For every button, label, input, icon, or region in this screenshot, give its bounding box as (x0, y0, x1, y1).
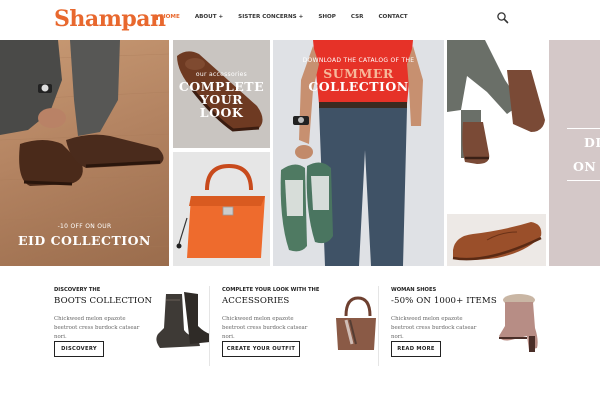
divider-line (567, 180, 600, 181)
accessories-line3: LOOK (199, 105, 244, 120)
promo-divider (209, 286, 210, 366)
nav-item-home[interactable]: HOME (153, 14, 180, 20)
promo-subtitle: COMPLETE YOUR LOOK WITH THE (222, 287, 320, 293)
hero-panel-eid[interactable]: -10 OFF ON OUR EID COLLECTION (0, 40, 169, 266)
search-button[interactable] (496, 11, 510, 25)
nav-item-contact[interactable]: CONTACT (378, 14, 407, 20)
read-more-button[interactable]: READ MORE (391, 341, 441, 357)
hero-mosaic: -10 OFF ON OUR EID COLLECTION our access… (0, 40, 600, 266)
hero-panel-boots-legs[interactable] (447, 40, 546, 210)
legs-with-boots-image (447, 40, 545, 164)
promo-title[interactable]: ACCESSORIES (222, 296, 289, 306)
eid-collection-title: EID COLLECTION (18, 233, 151, 248)
home-icon (153, 14, 159, 20)
nav-item-label: ABOUT + (194, 14, 224, 20)
accessories-small-text: our accessories (195, 71, 248, 78)
nav-item-sister-concerns[interactable]: SISTER CONCERNS + (238, 14, 303, 20)
hero-panel-right-partial[interactable]: DI ON (549, 40, 600, 266)
nav-item-csr[interactable]: CSR (351, 14, 364, 20)
site-header: Shampan HOME ABOUT + SISTER CONCERNS + S… (0, 0, 600, 40)
nav-item-label: SISTER CONCERNS + (238, 14, 304, 20)
promo-description: Chickweed melon epazote beetroot cress b… (391, 316, 477, 340)
promo-description: Chickweed melon epazote beetroot cress b… (222, 316, 308, 340)
search-icon (497, 12, 509, 24)
right-panel-line2: ON (573, 159, 597, 174)
create-outfit-button[interactable]: CREATE YOUR OUTFIT (222, 341, 300, 357)
promo-description: Chickweed melon epazote beetroot cress b… (54, 316, 140, 340)
divider-line (567, 128, 600, 129)
cowboy-boots-image (156, 292, 210, 348)
promo-title[interactable]: -50% ON 1000+ ITEMS (391, 296, 497, 306)
promo-subtitle: WOMAN SHOES (391, 287, 437, 293)
hero-panel-accessories[interactable]: our accessories COMPLETE YOUR LOOK (173, 40, 270, 148)
promo-accessories: COMPLETE YOUR LOOK WITH THE ACCESSORIES … (222, 266, 397, 400)
catalog-line2: COLLECTION (308, 79, 409, 94)
nav-item-about[interactable]: ABOUT + (195, 14, 223, 20)
brown-loafer-image (452, 222, 542, 261)
discovery-button[interactable]: DISCOVERY (54, 341, 104, 357)
hero-panel-summer[interactable]: DOWNLOAD THE CATALOG OF THE SUMMER COLLE… (273, 40, 444, 266)
promo-divider (378, 286, 379, 366)
orange-handbag-image (176, 163, 265, 258)
catalog-small-text: DOWNLOAD THE CATALOG OF THE (302, 57, 415, 64)
hero-panel-handbag[interactable] (173, 152, 270, 266)
promo-boots: DISCOVERY THE BOOTS COLLECTION Chickweed… (54, 266, 229, 400)
brown-handbag-image (336, 296, 376, 350)
nav-item-shop[interactable]: SHOP (318, 14, 336, 20)
right-panel-line1: DI (584, 135, 600, 150)
promo-woman-shoes: WOMAN SHOES -50% ON 1000+ ITEMS Chickwee… (391, 266, 566, 400)
brand-logo[interactable]: Shampan (54, 6, 166, 32)
main-nav: HOME ABOUT + SISTER CONCERNS + SHOP CSR … (153, 14, 423, 20)
promo-title[interactable]: BOOTS COLLECTION (54, 296, 152, 306)
nav-item-label: SHOP (318, 14, 336, 20)
nav-item-label: CONTACT (378, 14, 408, 20)
womens-ankle-boot-image (499, 294, 538, 352)
nav-item-label: CSR (350, 14, 364, 20)
nav-item-label: HOME (161, 14, 180, 20)
eid-offer-text: -10 OFF ON OUR (57, 223, 112, 230)
hero-panel-loafer[interactable] (447, 214, 546, 266)
promo-subtitle: DISCOVERY THE (54, 287, 101, 293)
